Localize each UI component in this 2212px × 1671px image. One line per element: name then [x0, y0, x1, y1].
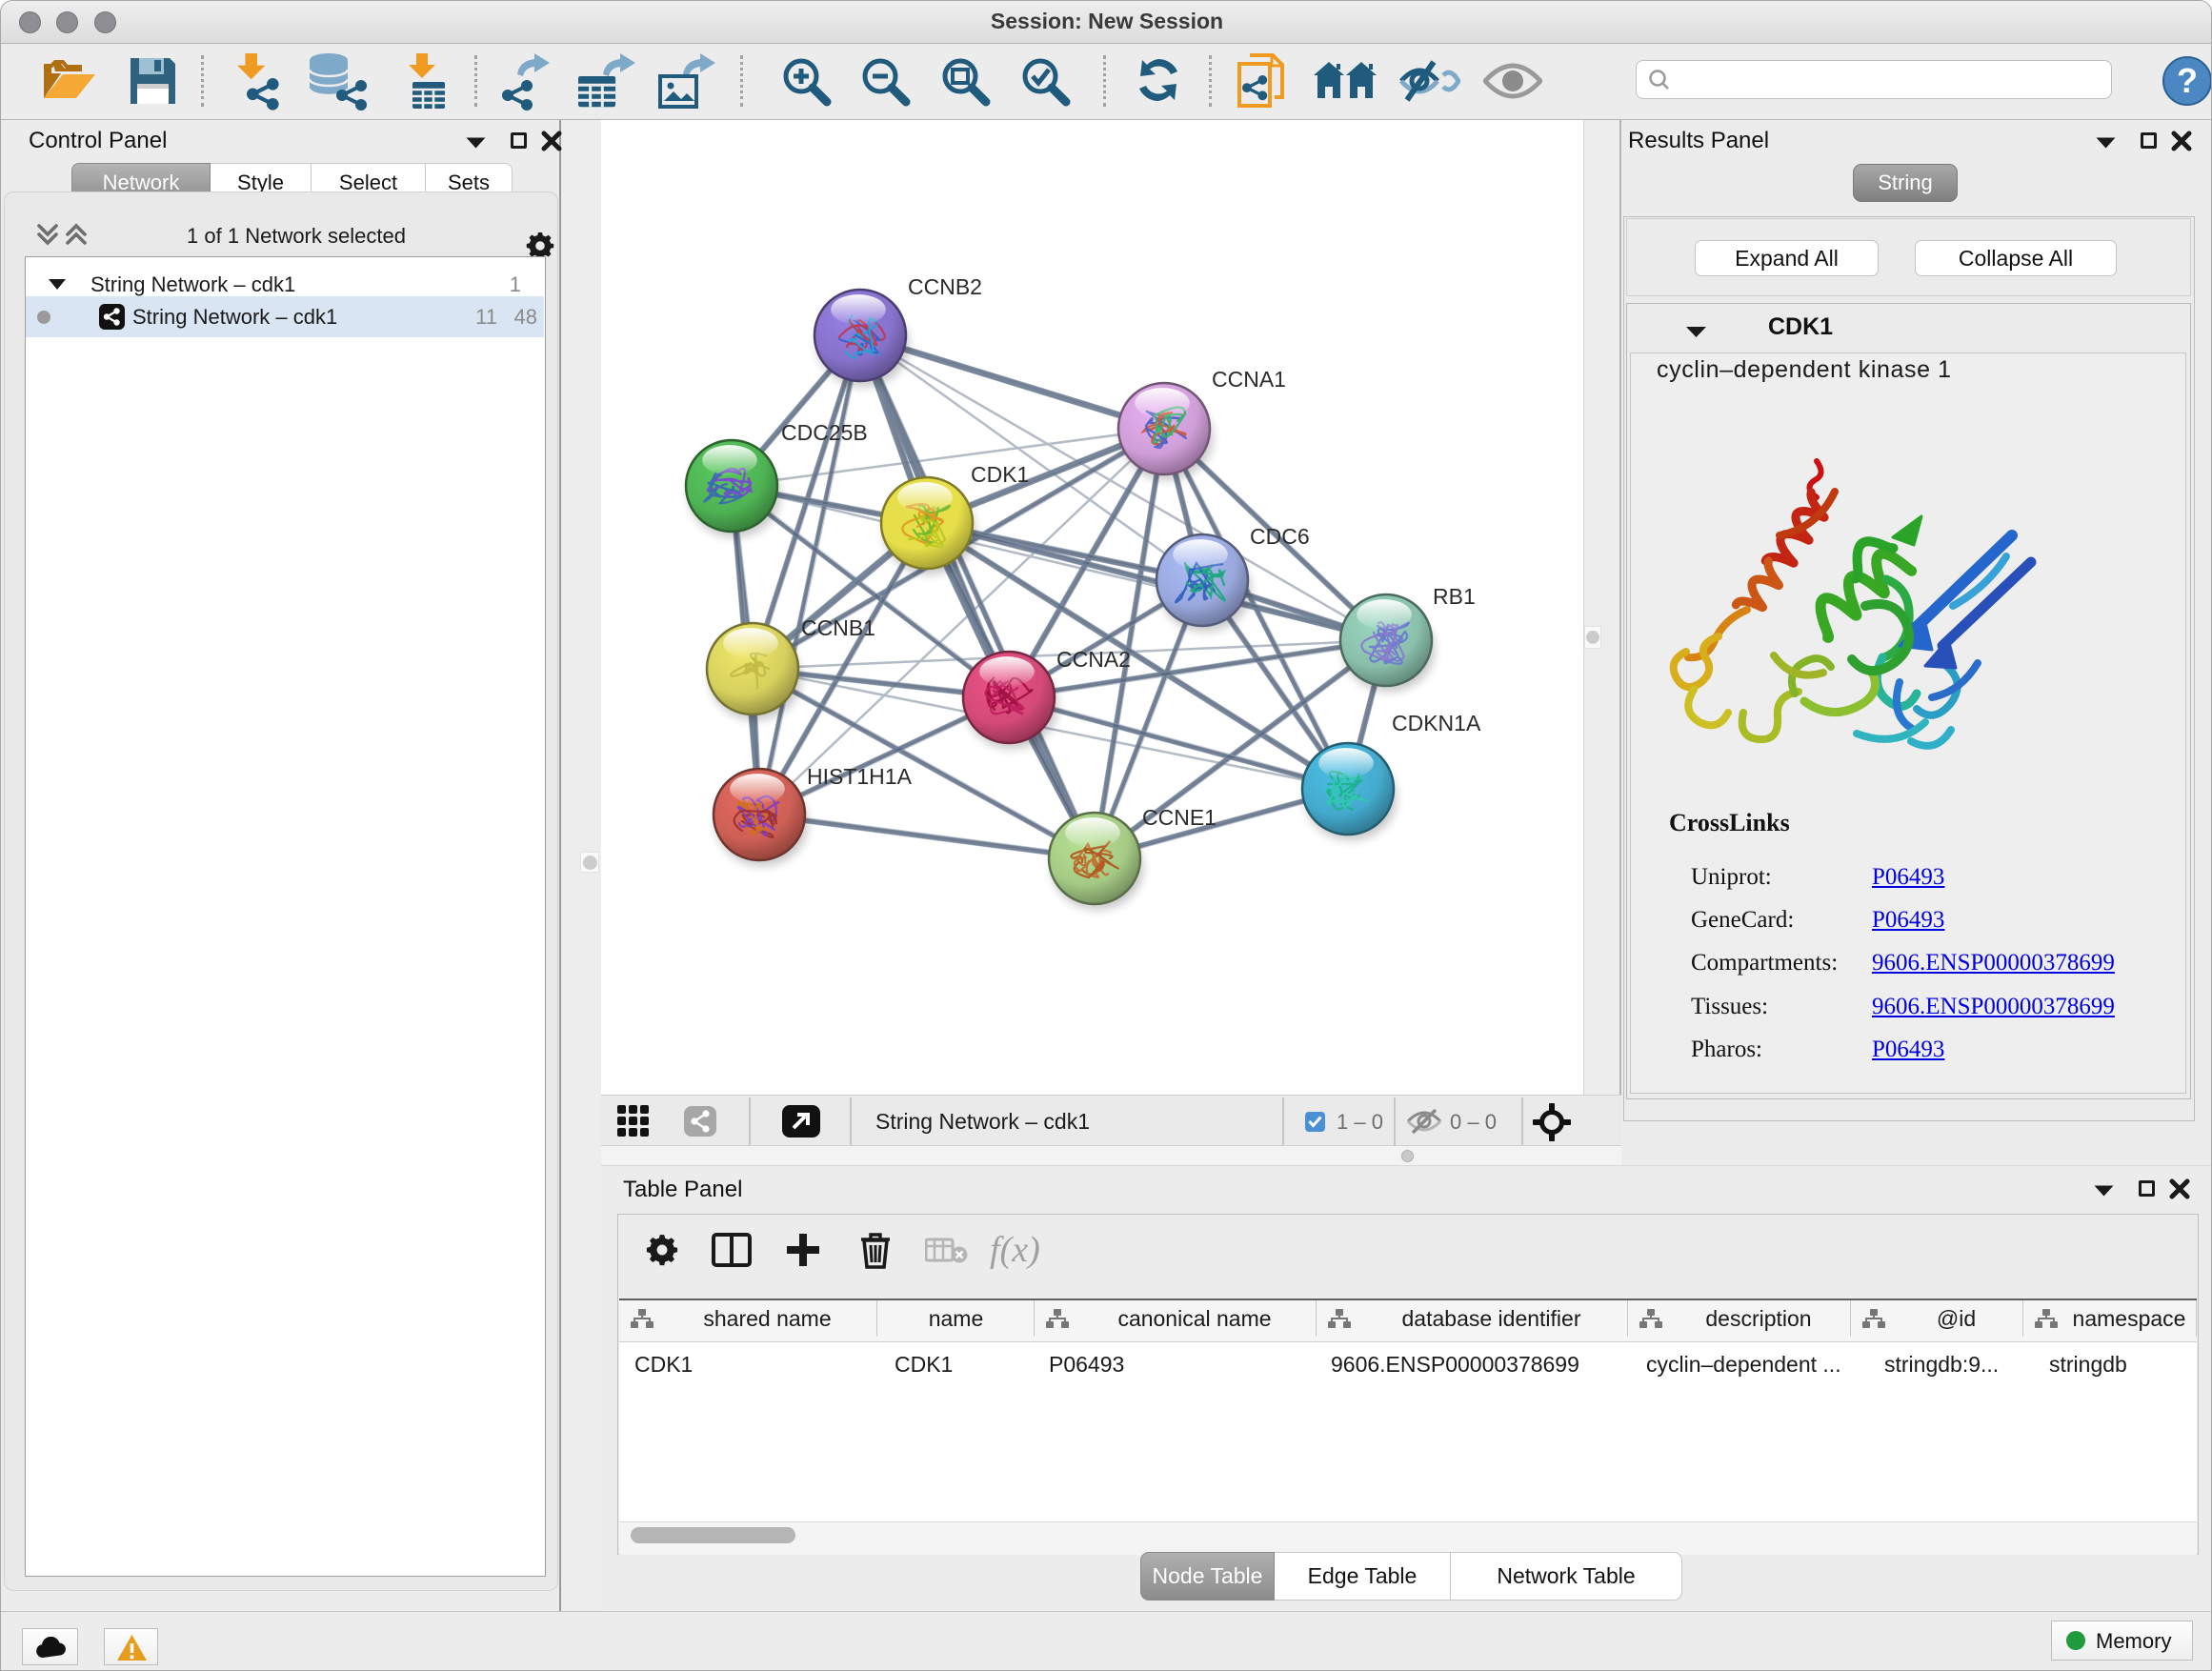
- svg-text:CDC6: CDC6: [1250, 524, 1310, 549]
- svg-text:HIST1H1A: HIST1H1A: [807, 764, 913, 789]
- svg-text:CCNA1: CCNA1: [1212, 367, 1286, 392]
- svg-text:CDK1: CDK1: [971, 462, 1029, 487]
- svg-text:CCNB2: CCNB2: [908, 274, 982, 299]
- svg-text:CDC25B: CDC25B: [781, 420, 868, 445]
- svg-text:CCNE1: CCNE1: [1142, 805, 1217, 830]
- svg-text:RB1: RB1: [1433, 584, 1476, 609]
- svg-text:CCNB1: CCNB1: [801, 615, 875, 640]
- svg-text:CCNA2: CCNA2: [1056, 647, 1131, 672]
- svg-text:CDKN1A: CDKN1A: [1392, 711, 1481, 735]
- svg-text:?: ?: [2177, 61, 2198, 100]
